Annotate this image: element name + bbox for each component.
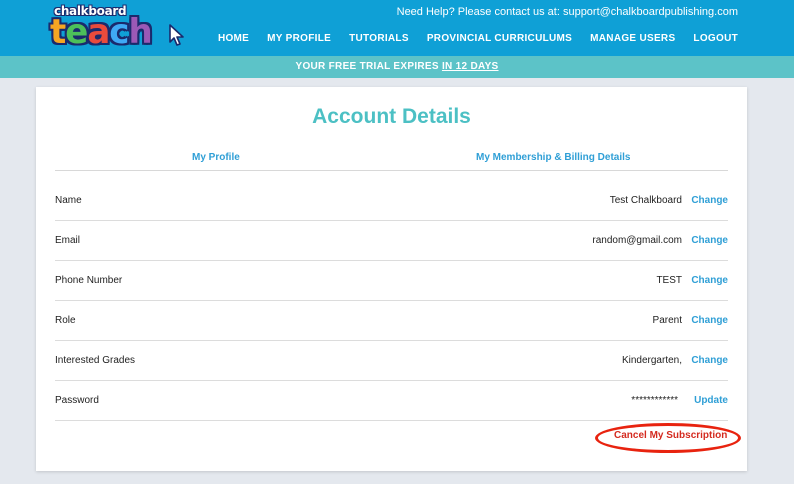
- field-row-grades: Interested Grades Kindergarten, Change: [55, 341, 728, 381]
- help-text: Need Help? Please contact us at:: [396, 6, 560, 18]
- change-role-link[interactable]: Change: [691, 315, 728, 326]
- field-value: Test Chalkboard: [609, 195, 682, 206]
- field-value: TEST: [656, 275, 682, 286]
- main-nav: HOME MY PROFILE TUTORIALS PROVINCIAL CUR…: [218, 33, 738, 44]
- top-header: chalkboard teach Need Help? Please conta…: [0, 0, 794, 56]
- nav-tutorials[interactable]: TUTORIALS: [349, 33, 409, 44]
- field-value: ************: [631, 395, 678, 406]
- help-contact: Need Help? Please contact us at: support…: [397, 6, 738, 18]
- field-label: Name: [55, 195, 82, 206]
- nav-provincial-curriculums[interactable]: PROVINCIAL CURRICULUMS: [427, 33, 572, 44]
- cancel-subscription-link[interactable]: Cancel My Subscription: [614, 430, 727, 441]
- change-phone-link[interactable]: Change: [691, 275, 728, 286]
- tab-membership-billing[interactable]: My Membership & Billing Details: [476, 152, 630, 163]
- page-title: Account Details: [312, 105, 471, 128]
- field-value: random@gmail.com: [592, 235, 682, 246]
- field-label: Phone Number: [55, 275, 123, 286]
- logo-letter: c: [109, 12, 129, 52]
- trial-banner: YOUR FREE TRIAL EXPIRES IN 12 DAYS: [0, 56, 794, 78]
- logo-letter: h: [128, 12, 152, 52]
- change-name-link[interactable]: Change: [691, 195, 728, 206]
- change-email-link[interactable]: Change: [691, 235, 728, 246]
- nav-my-profile[interactable]: MY PROFILE: [267, 33, 331, 44]
- logo-big-text: teach: [50, 12, 153, 52]
- logo-letter: e: [65, 12, 88, 52]
- change-grades-link[interactable]: Change: [691, 355, 728, 366]
- field-row-password: Password ************ Update: [55, 381, 728, 421]
- logo-letter: t: [50, 12, 66, 52]
- profile-fields: Name Test Chalkboard Change Email random…: [55, 181, 728, 421]
- field-row-phone: Phone Number TEST Change: [55, 261, 728, 301]
- account-details-card: Account Details My Profile My Membership…: [36, 87, 747, 471]
- update-password-link[interactable]: Update: [694, 395, 728, 406]
- field-label: Password: [55, 395, 99, 406]
- trial-days-link[interactable]: IN 12 DAYS: [442, 61, 499, 72]
- cursor-icon: [169, 24, 184, 46]
- chalkboard-teach-logo[interactable]: chalkboard teach: [48, 4, 188, 52]
- field-row-name: Name Test Chalkboard Change: [55, 181, 728, 221]
- nav-manage-users[interactable]: MANAGE USERS: [590, 33, 675, 44]
- trial-text: YOUR FREE TRIAL EXPIRES: [295, 61, 439, 72]
- field-label: Email: [55, 235, 81, 246]
- account-tabs: My Profile My Membership & Billing Detai…: [55, 152, 728, 171]
- field-label: Interested Grades: [55, 355, 136, 366]
- nav-logout[interactable]: LOGOUT: [693, 33, 738, 44]
- field-label: Role: [55, 315, 76, 326]
- field-row-role: Role Parent Change: [55, 301, 728, 341]
- field-row-email: Email random@gmail.com Change: [55, 221, 728, 261]
- nav-home[interactable]: HOME: [218, 33, 249, 44]
- support-email-link[interactable]: support@chalkboardpublishing.com: [563, 6, 738, 18]
- field-value: Kindergarten,: [621, 355, 682, 366]
- tab-my-profile[interactable]: My Profile: [192, 152, 240, 163]
- field-value: Parent: [652, 315, 682, 326]
- logo-letter: a: [87, 12, 110, 52]
